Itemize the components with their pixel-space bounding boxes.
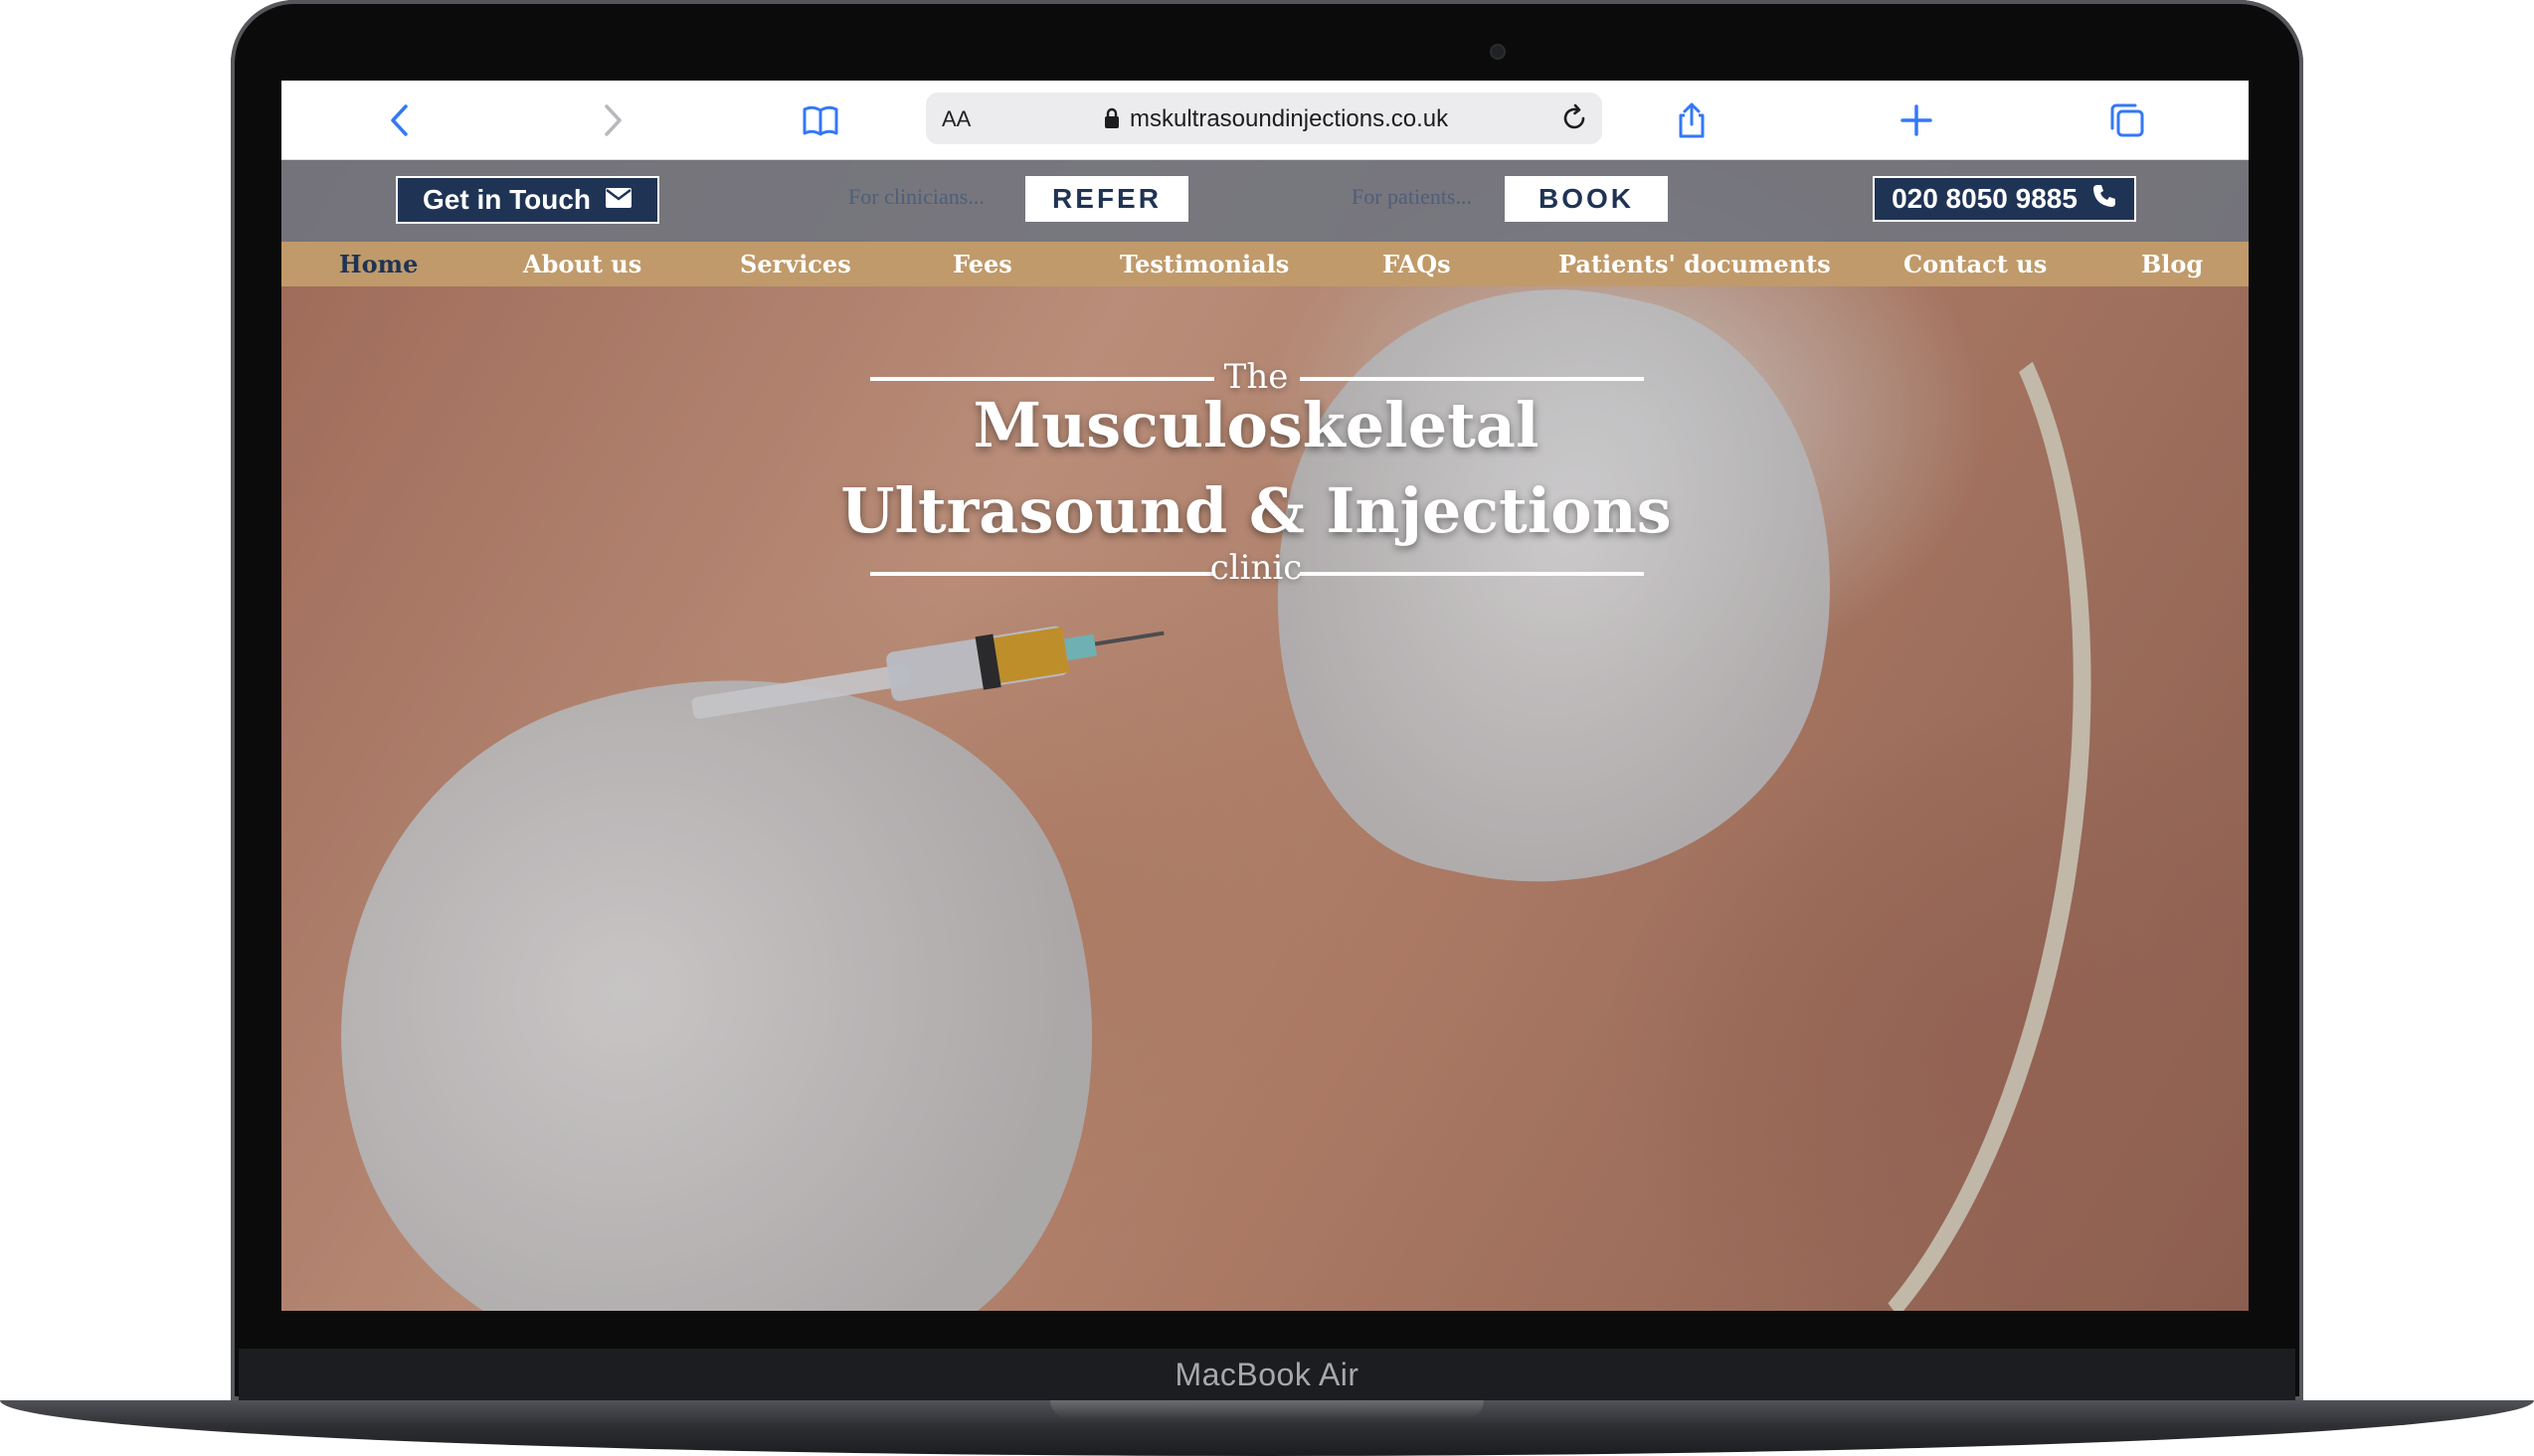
nav-contact-us[interactable]: Contact us [1903,250,2047,278]
lock-icon [1103,106,1121,130]
website: Get in Touch For clinicians... REFER For… [281,160,2249,1311]
nav-fees[interactable]: Fees [953,250,1012,278]
title-line-1: Musculoskeletal [973,389,1539,461]
device-label: MacBook Air [1175,1356,1359,1392]
share-icon[interactable] [1672,100,1712,140]
reload-icon[interactable] [1558,102,1590,134]
screen: AA mskultrasoundinjections.co.uk Get in … [281,81,2249,1311]
tabs-icon[interactable] [2107,100,2147,140]
utility-bar: Get in Touch For clinicians... REFER For… [281,160,2249,242]
nav-blog[interactable]: Blog [2141,250,2203,278]
phone-number: 020 8050 9885 [1892,183,2078,214]
nav-testimonials[interactable]: Testimonials [1120,250,1289,278]
bookmarks-icon[interactable] [801,100,840,140]
hero-overlay [281,160,2249,1311]
title-clinic: clinic [1209,548,1303,588]
main-nav: Home About us Services Fees Testimonials… [281,242,2249,286]
forward-icon[interactable] [592,100,632,140]
patients-hint: For patients... [1352,184,1472,209]
hero-title: The Musculoskeletal Ultrasound & Injecti… [838,357,1674,618]
nav-services[interactable]: Services [740,250,851,278]
book-button[interactable]: BOOK [1505,176,1668,222]
nav-home[interactable]: Home [339,250,418,278]
text-size-button[interactable]: AA [942,106,971,132]
nav-about-us[interactable]: About us [523,250,641,278]
back-icon[interactable] [381,100,421,140]
phone-icon [2091,183,2117,216]
nav-patients-documents[interactable]: Patients' documents [1558,250,1831,278]
address-bar[interactable]: AA mskultrasoundinjections.co.uk [926,92,1602,144]
url-text: mskultrasoundinjections.co.uk [1130,105,1449,132]
get-in-touch-button[interactable]: Get in Touch [396,176,659,224]
laptop-chin: MacBook Air [239,1349,2295,1400]
envelope-icon [605,184,633,216]
title-line-2: Ultrasound & Injections [840,474,1672,547]
laptop-notch [1050,1400,1484,1418]
phone-button[interactable]: 020 8050 9885 [1873,176,2136,222]
get-in-touch-label: Get in Touch [422,184,592,215]
browser-toolbar: AA mskultrasoundinjections.co.uk [281,81,2249,160]
refer-button[interactable]: REFER [1025,176,1188,222]
new-tab-icon[interactable] [1897,100,1936,140]
nav-faqs[interactable]: FAQs [1382,250,1451,278]
clinicians-hint: For clinicians... [848,184,985,209]
camera-icon [1492,46,1504,58]
